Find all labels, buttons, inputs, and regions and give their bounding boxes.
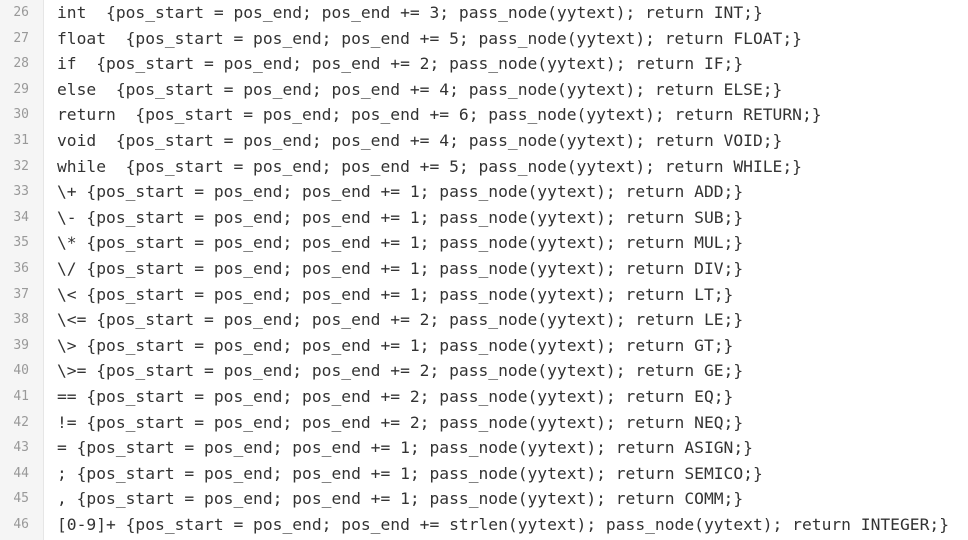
code-line[interactable]: 27 float {pos_start = pos_end; pos_end +… [0,26,968,52]
code-line[interactable]: 43 = {pos_start = pos_end; pos_end += 1;… [0,435,968,461]
code-text[interactable]: int {pos_start = pos_end; pos_end += 3; … [57,0,763,26]
line-number: 26 [13,5,29,20]
code-text[interactable]: , {pos_start = pos_end; pos_end += 1; pa… [57,486,743,512]
line-number: 32 [13,158,29,174]
line-number: 41 [13,389,29,404]
line-number: 36 [13,261,29,276]
line-number: 40 [13,363,29,379]
line-number: 31 [13,133,29,148]
line-number: 39 [13,337,29,353]
code-line[interactable]: 32 while {pos_start = pos_end; pos_end +… [0,154,968,180]
code-line[interactable]: 34 \- {pos_start = pos_end; pos_end += 1… [0,205,968,231]
line-number: 27 [13,30,29,46]
code-text[interactable]: \>= {pos_start = pos_end; pos_end += 2; … [57,358,743,384]
code-line[interactable]: 36 \/ {pos_start = pos_end; pos_end += 1… [0,256,968,282]
code-line[interactable]: 39 \> {pos_start = pos_end; pos_end += 1… [0,333,968,359]
code-line[interactable]: 35 \* {pos_start = pos_end; pos_end += 1… [0,230,968,256]
line-number: 30 [13,107,29,123]
line-number: 43 [13,440,29,456]
code-line[interactable]: 33 \+ {pos_start = pos_end; pos_end += 1… [0,179,968,205]
code-text[interactable]: \/ {pos_start = pos_end; pos_end += 1; p… [57,256,743,282]
code-line[interactable]: 31 void {pos_start = pos_end; pos_end +=… [0,128,968,154]
code-line[interactable]: 42 != {pos_start = pos_end; pos_end += 2… [0,410,968,436]
code-text[interactable]: void {pos_start = pos_end; pos_end += 4;… [57,128,782,154]
code-line[interactable]: 46 [0-9]+ {pos_start = pos_end; pos_end … [0,512,968,538]
code-text[interactable]: else {pos_start = pos_end; pos_end += 4;… [57,77,782,103]
line-number: 33 [13,184,29,200]
line-number: 38 [13,312,29,328]
code-text[interactable]: = {pos_start = pos_end; pos_end += 1; pa… [57,435,753,461]
code-text[interactable]: \+ {pos_start = pos_end; pos_end += 1; p… [57,179,743,205]
code-text[interactable]: \* {pos_start = pos_end; pos_end += 1; p… [57,230,743,256]
code-text[interactable]: \<= {pos_start = pos_end; pos_end += 2; … [57,307,743,333]
line-number: 28 [13,56,29,72]
code-line[interactable]: 40 \>= {pos_start = pos_end; pos_end += … [0,358,968,384]
code-text[interactable]: float {pos_start = pos_end; pos_end += 5… [57,26,802,52]
code-text[interactable]: [0-9]+ {pos_start = pos_end; pos_end += … [57,512,949,538]
code-editor[interactable]: 26 int {pos_start = pos_end; pos_end += … [0,0,968,540]
code-text[interactable]: == {pos_start = pos_end; pos_end += 2; p… [57,384,733,410]
line-number: 37 [13,286,29,302]
line-number: 44 [13,465,29,481]
line-number: 35 [13,235,29,251]
code-line[interactable]: 38 \<= {pos_start = pos_end; pos_end += … [0,307,968,333]
code-text[interactable]: if {pos_start = pos_end; pos_end += 2; p… [57,51,743,77]
code-line[interactable]: 44 ; {pos_start = pos_end; pos_end += 1;… [0,461,968,487]
line-number: 34 [13,209,29,225]
code-text[interactable]: while {pos_start = pos_end; pos_end += 5… [57,154,802,180]
line-number: 45 [13,491,29,507]
code-line[interactable]: 26 int {pos_start = pos_end; pos_end += … [0,0,968,26]
code-line[interactable]: 41 == {pos_start = pos_end; pos_end += 2… [0,384,968,410]
code-line[interactable]: 29 else {pos_start = pos_end; pos_end +=… [0,77,968,103]
code-text[interactable]: \> {pos_start = pos_end; pos_end += 1; p… [57,333,733,359]
code-text[interactable]: ; {pos_start = pos_end; pos_end += 1; pa… [57,461,763,487]
code-line[interactable]: 28 if {pos_start = pos_end; pos_end += 2… [0,51,968,77]
code-line[interactable]: 30 return {pos_start = pos_end; pos_end … [0,102,968,128]
line-number: 46 [13,517,29,532]
code-line[interactable]: 37 \< {pos_start = pos_end; pos_end += 1… [0,282,968,308]
code-text[interactable]: \< {pos_start = pos_end; pos_end += 1; p… [57,282,733,308]
code-text[interactable]: return {pos_start = pos_end; pos_end += … [57,102,822,128]
code-text[interactable]: != {pos_start = pos_end; pos_end += 2; p… [57,410,743,436]
line-number: 29 [13,81,29,97]
code-text[interactable]: \- {pos_start = pos_end; pos_end += 1; p… [57,205,743,231]
code-line[interactable]: 45 , {pos_start = pos_end; pos_end += 1;… [0,486,968,512]
line-number: 42 [13,414,29,430]
